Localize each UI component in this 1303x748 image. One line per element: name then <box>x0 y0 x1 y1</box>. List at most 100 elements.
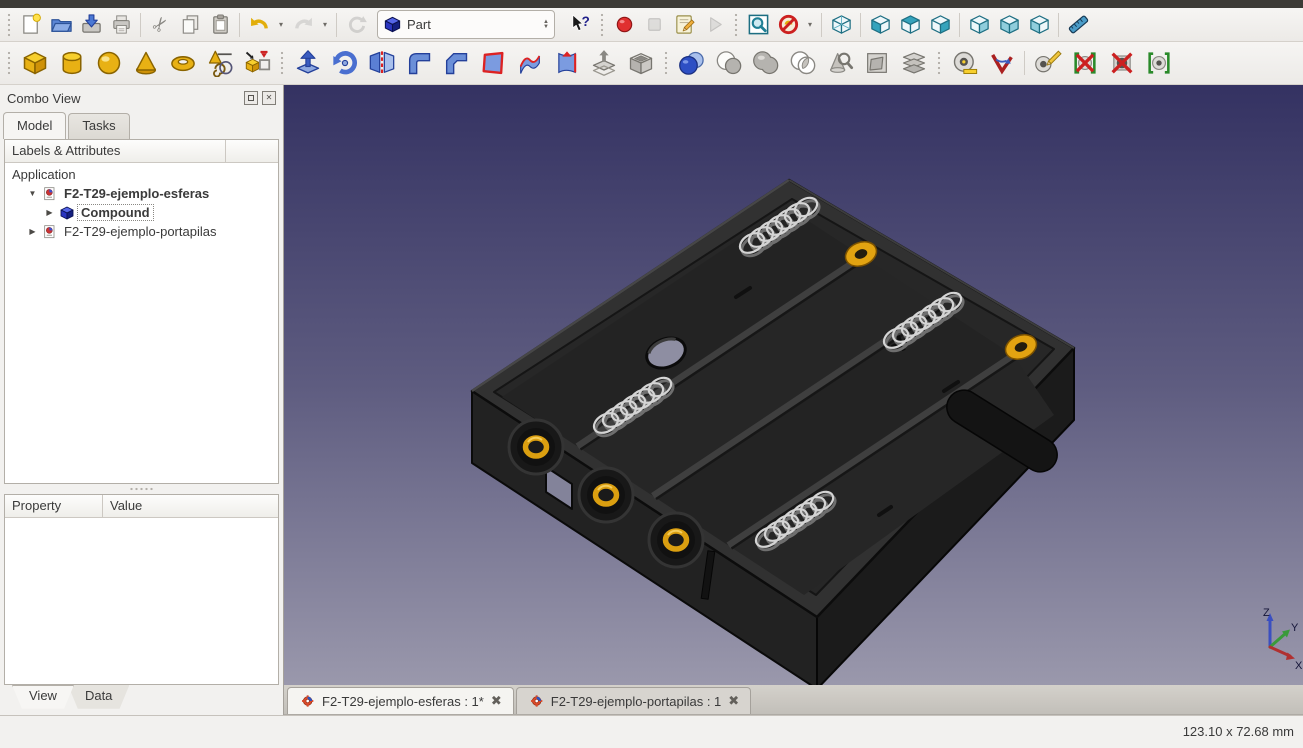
view-data-tabs: View Data <box>0 685 284 715</box>
expander-expanded-icon[interactable]: ▼ <box>26 189 39 198</box>
toolbar-drag-handle[interactable] <box>936 50 942 76</box>
close-tab-icon[interactable]: ✖ <box>491 693 502 709</box>
torus-button[interactable] <box>164 44 201 82</box>
panel-splitter[interactable] <box>0 484 283 494</box>
shape-builder-button[interactable] <box>238 44 275 82</box>
measure-clear-all-button[interactable] <box>1066 44 1103 82</box>
toolbar-drag-handle[interactable] <box>6 50 12 76</box>
undo-history-dropdown[interactable]: ▾ <box>274 11 288 39</box>
measure-refresh-button[interactable] <box>1029 44 1066 82</box>
copy-button[interactable] <box>175 11 205 39</box>
float-panel-icon[interactable] <box>244 91 258 105</box>
macro-edit-button[interactable] <box>669 11 699 39</box>
make-face-button[interactable] <box>474 44 511 82</box>
tree-item-application[interactable]: Application <box>5 165 278 184</box>
toolbar-drag-handle[interactable] <box>733 11 739 38</box>
extrude-button[interactable] <box>289 44 326 82</box>
measure-toggle-3d-button[interactable] <box>1140 44 1177 82</box>
document-tab-1[interactable]: F2-T29-ejemplo-portapilas : 1 ✖ <box>515 687 752 714</box>
whats-this-button[interactable]: ? <box>565 11 595 39</box>
draw-style-menu-dropdown[interactable]: ▾ <box>803 11 817 39</box>
union-button[interactable] <box>747 44 784 82</box>
box-yellow-icon <box>21 49 49 77</box>
paste-button[interactable] <box>205 11 235 39</box>
toolbar-drag-handle[interactable] <box>6 11 12 38</box>
check-geometry-button[interactable] <box>821 44 858 82</box>
primitives-button[interactable] <box>201 44 238 82</box>
tab-data[interactable]: Data <box>67 685 130 709</box>
property-table-body[interactable] <box>5 518 278 684</box>
boolean-button[interactable] <box>673 44 710 82</box>
intersection-button[interactable] <box>784 44 821 82</box>
view-rear-button[interactable] <box>964 11 994 39</box>
expander-collapsed-icon[interactable]: ▶ <box>43 208 56 217</box>
property-table-header[interactable]: Property Value <box>5 495 278 518</box>
cross-sections-icon <box>900 49 928 77</box>
close-panel-icon[interactable]: ✕ <box>262 91 276 105</box>
3d-view[interactable]: Z Y X <box>284 85 1303 685</box>
view-right-button[interactable] <box>925 11 955 39</box>
cut-boolean-button[interactable] <box>710 44 747 82</box>
view-left-button[interactable] <box>1024 11 1054 39</box>
redo-button[interactable] <box>288 11 318 39</box>
measure-toggle-all-button[interactable] <box>1103 44 1140 82</box>
tree-item-f2-t29-ejemplo-esferas[interactable]: ▼ F2-T29-ejemplo-esferas <box>5 184 278 203</box>
tree-item-compound[interactable]: ▶ Compound <box>5 203 278 222</box>
box-button[interactable] <box>16 44 53 82</box>
fillet-button[interactable] <box>400 44 437 82</box>
revolve-button[interactable] <box>326 44 363 82</box>
refresh-button[interactable] <box>341 11 371 39</box>
open-button[interactable] <box>46 11 76 39</box>
close-tab-icon[interactable]: ✖ <box>728 693 739 709</box>
combo-spinner-icon[interactable]: ▲ ▼ <box>543 19 549 30</box>
cross-sections-button[interactable] <box>895 44 932 82</box>
workbench-selector[interactable]: Part ▲ ▼ <box>377 10 555 39</box>
cone-button[interactable] <box>127 44 164 82</box>
defeaturing-button[interactable] <box>858 44 895 82</box>
document-tab-0[interactable]: F2-T29-ejemplo-esferas : 1* ✖ <box>287 687 514 714</box>
toolbar-drag-handle[interactable] <box>663 50 669 76</box>
tree-item-f2-t29-ejemplo-portapilas[interactable]: ▶ F2-T29-ejemplo-portapilas <box>5 222 278 241</box>
loft-button[interactable] <box>548 44 585 82</box>
measure-distance-button[interactable] <box>1063 11 1093 39</box>
toolbar-separator <box>1024 51 1025 75</box>
view-bottom-button[interactable] <box>994 11 1024 39</box>
thickness-button[interactable] <box>622 44 659 82</box>
cylinder-button[interactable] <box>53 44 90 82</box>
measure-clear-all-icon <box>1071 49 1099 77</box>
toolbar-drag-handle[interactable] <box>599 11 605 38</box>
expander-collapsed-icon[interactable]: ▶ <box>26 227 39 236</box>
chamfer-button[interactable] <box>437 44 474 82</box>
macro-record-button[interactable] <box>609 11 639 39</box>
3d-viewport[interactable]: Z Y X <box>284 85 1303 685</box>
tab-view[interactable]: View <box>12 685 74 709</box>
cut-button[interactable]: ✂ <box>145 11 175 39</box>
view-isometric-button[interactable] <box>826 11 856 39</box>
view-front-button[interactable] <box>865 11 895 39</box>
battery-contact-ring <box>649 513 703 567</box>
tab-tasks[interactable]: Tasks <box>68 113 130 139</box>
sphere-button[interactable] <box>90 44 127 82</box>
ruled-surface-button[interactable] <box>511 44 548 82</box>
draw-style-button[interactable] <box>773 11 803 39</box>
view-top-button[interactable] <box>895 11 925 39</box>
fit-all-button[interactable] <box>743 11 773 39</box>
combo-view-titlebar[interactable]: Combo View ✕ <box>0 85 283 111</box>
redo-history-dropdown[interactable]: ▾ <box>318 11 332 39</box>
print-button[interactable] <box>106 11 136 39</box>
toolbar-drag-handle[interactable] <box>279 50 285 76</box>
macro-stop-button[interactable] <box>639 11 669 39</box>
macro-play-button[interactable] <box>699 11 729 39</box>
undo-button[interactable] <box>244 11 274 39</box>
tab-model[interactable]: Model <box>3 112 67 139</box>
measure-linear-button[interactable] <box>946 44 983 82</box>
tree-item-label: Application <box>12 167 76 182</box>
new-button[interactable] <box>16 11 46 39</box>
save-button[interactable] <box>76 11 106 39</box>
measure-angular-button[interactable] <box>983 44 1020 82</box>
union-icon <box>752 49 780 77</box>
tree-header[interactable]: Labels & Attributes <box>5 140 278 163</box>
document-tab-label: F2-T29-ejemplo-portapilas : 1 <box>550 693 722 709</box>
mirror-button[interactable] <box>363 44 400 82</box>
offset-button[interactable] <box>585 44 622 82</box>
